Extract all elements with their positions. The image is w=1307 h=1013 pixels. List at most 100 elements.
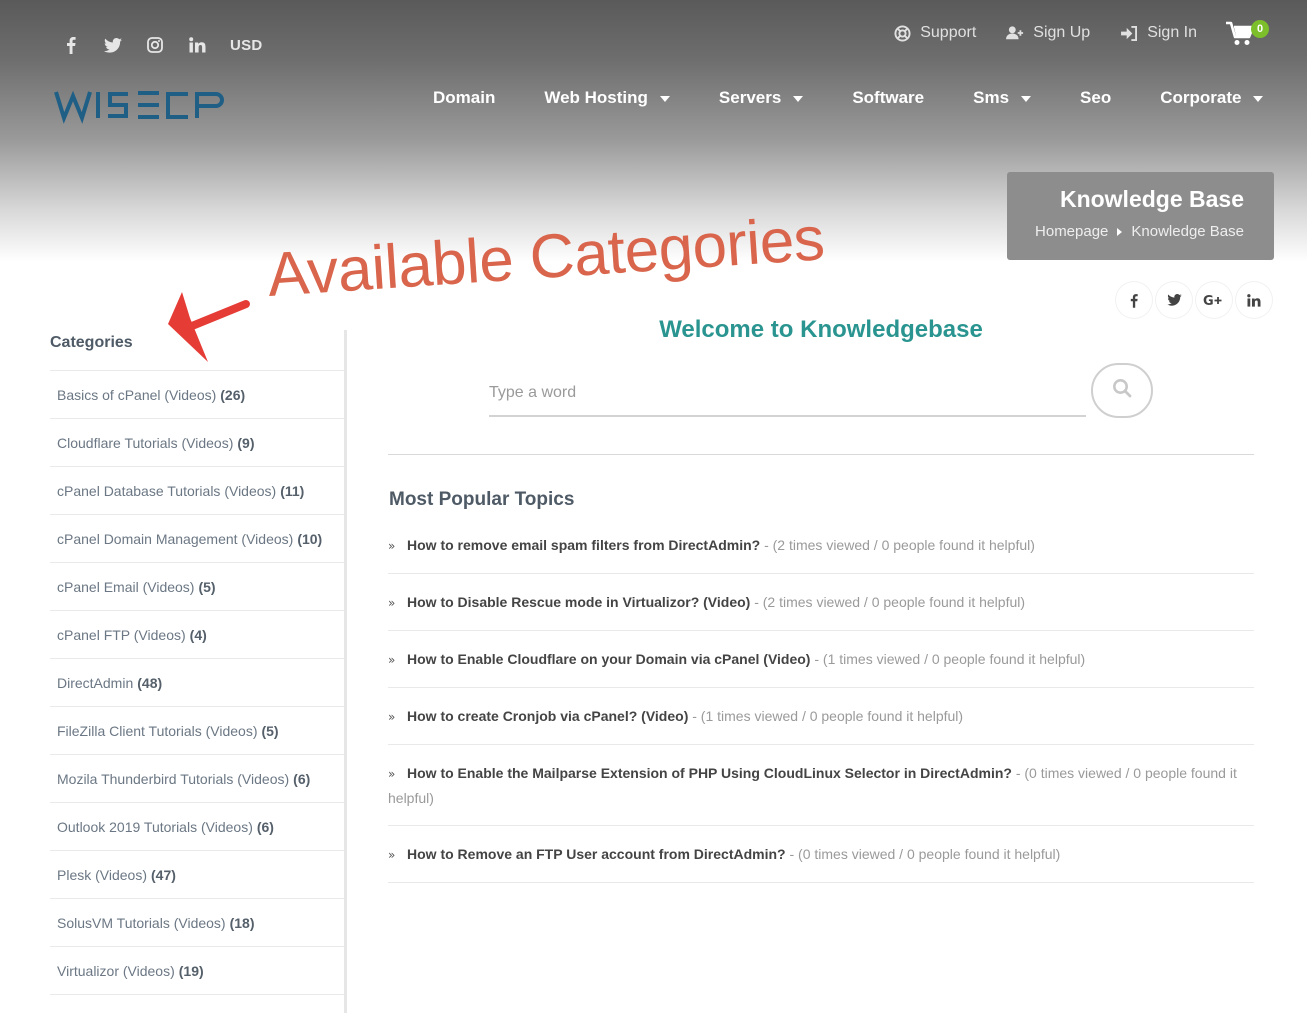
topic-item: » How to Remove an FTP User account from …: [388, 826, 1254, 883]
facebook-icon[interactable]: [62, 34, 80, 56]
instagram-icon[interactable]: [146, 34, 164, 56]
category-count: (5): [261, 722, 279, 739]
category-count: (11): [280, 482, 305, 499]
popular-topics-title: Most Popular Topics: [389, 489, 575, 510]
category-count: (6): [256, 818, 274, 835]
double-chevron-right-icon: »: [388, 848, 396, 862]
share-twitter-icon[interactable]: [1156, 282, 1192, 318]
sign-in-label: Sign In: [1147, 24, 1197, 41]
breadcrumb-current[interactable]: Knowledge Base: [1131, 223, 1244, 240]
topic-item: » How to Enable Cloudflare on your Domain…: [388, 631, 1254, 688]
topic-link[interactable]: How to Enable Cloudflare on your Domain …: [407, 651, 810, 667]
nav-sms-label: Sms: [973, 88, 1010, 107]
sign-in-link[interactable]: Sign In: [1120, 24, 1197, 42]
nav-domain[interactable]: Domain: [433, 88, 495, 108]
category-count: (5): [198, 578, 216, 595]
category-name: cPanel Email (Videos): [57, 578, 195, 595]
category-count: (18): [229, 914, 255, 931]
page-header-box: Knowledge Base Homepage Knowledge Base: [1007, 172, 1274, 260]
topic-link[interactable]: How to create Cronjob via cPanel? (Video…: [407, 708, 688, 724]
share-google-plus-icon[interactable]: G: [1196, 282, 1232, 318]
category-name: Plesk (Videos): [57, 866, 148, 883]
support-link[interactable]: Support: [893, 24, 976, 42]
caret-down-icon: [1021, 96, 1032, 102]
breadcrumb: Homepage Knowledge Base: [1027, 223, 1244, 240]
sign-in-icon: [1120, 24, 1138, 42]
nav-servers-label: Servers: [718, 88, 782, 107]
category-item[interactable]: cPanel FTP (Videos) (4): [50, 611, 344, 659]
double-chevron-right-icon: »: [388, 767, 396, 781]
cart-button[interactable]: 0: [1224, 18, 1269, 52]
category-count: (47): [151, 866, 176, 883]
category-name: Basics of cPanel (Videos): [57, 386, 217, 403]
nav-corporate-label: Corporate: [1160, 88, 1242, 107]
nav-servers[interactable]: Servers: [718, 88, 804, 108]
sign-up-link[interactable]: Sign Up: [1006, 24, 1090, 42]
category-item[interactable]: cPanel Email (Videos) (5): [50, 563, 344, 611]
nav-domain-label: Domain: [433, 88, 496, 107]
category-item[interactable]: Mozila Thunderbird Tutorials (Videos) (6): [50, 755, 344, 803]
lifebuoy-icon: [893, 24, 911, 42]
nav-seo[interactable]: Seo: [1080, 88, 1111, 108]
category-item[interactable]: SolusVM Tutorials (Videos) (18): [50, 899, 344, 947]
category-item[interactable]: Basics of cPanel (Videos) (26): [50, 371, 344, 419]
topic-link[interactable]: How to Enable the Mailparse Extension of…: [407, 765, 1012, 781]
topic-item: » How to Disable Rescue mode in Virtualiz…: [388, 574, 1254, 631]
category-name: FileZilla Client Tutorials (Videos): [57, 722, 258, 739]
share-buttons: G: [1116, 282, 1272, 318]
currency-selector[interactable]: USD: [230, 37, 263, 54]
search-input[interactable]: [489, 374, 1086, 412]
linkedin-icon[interactable]: [188, 34, 206, 56]
category-name: cPanel Database Tutorials (Videos): [57, 482, 277, 499]
support-label: Support: [920, 24, 977, 41]
nav-seo-label: Seo: [1080, 88, 1112, 107]
wisecp-logo[interactable]: [54, 86, 226, 129]
category-count: (48): [137, 674, 163, 691]
breadcrumb-home[interactable]: Homepage: [1035, 223, 1108, 240]
search-button[interactable]: [1091, 363, 1153, 418]
account-links: Support Sign Up Sign In: [893, 24, 1197, 42]
category-item[interactable]: Virtualizor (Videos) (19): [50, 947, 344, 995]
topic-meta: - (1 times viewed / 0 people found it he…: [810, 651, 1086, 667]
topic-link[interactable]: How to Remove an FTP User account from D…: [407, 846, 786, 862]
topic-link[interactable]: How to remove email spam filters from Di…: [407, 537, 760, 553]
nav-software-label: Software: [852, 88, 925, 107]
topic-link[interactable]: How to Disable Rescue mode in Virtualizo…: [407, 594, 750, 610]
nav-web-hosting[interactable]: Web Hosting: [544, 88, 670, 108]
category-name: Cloudflare Tutorials (Videos): [57, 434, 234, 451]
nav-corporate[interactable]: Corporate: [1160, 88, 1264, 108]
breadcrumb-separator-icon: [1117, 227, 1123, 236]
category-name: cPanel FTP (Videos): [57, 626, 186, 643]
caret-down-icon: [659, 96, 670, 102]
nav-sms[interactable]: Sms: [973, 88, 1032, 108]
search-icon: [1112, 378, 1132, 403]
topic-meta: - (2 times viewed / 0 people found it he…: [760, 537, 1035, 553]
nav-web-hosting-label: Web Hosting: [544, 88, 648, 107]
category-item[interactable]: Plesk (Videos) (47): [50, 851, 344, 899]
page-title: Knowledge Base: [1059, 186, 1244, 212]
category-item[interactable]: cPanel Database Tutorials (Videos) (11): [50, 467, 344, 515]
category-name: Outlook 2019 Tutorials (Videos): [57, 818, 253, 835]
nav-software[interactable]: Software: [852, 88, 924, 108]
divider: [388, 454, 1254, 455]
category-item[interactable]: cPanel Domain Management (Videos) (10): [50, 515, 344, 563]
category-count: (9): [237, 434, 255, 451]
category-name: Virtualizor (Videos): [57, 962, 175, 979]
category-item[interactable]: Outlook 2019 Tutorials (Videos) (6): [50, 803, 344, 851]
twitter-icon[interactable]: [104, 34, 122, 56]
category-name: SolusVM Tutorials (Videos): [57, 914, 226, 931]
share-facebook-icon[interactable]: [1116, 282, 1152, 318]
search-field: [489, 374, 1086, 417]
caret-down-icon: [1253, 96, 1264, 102]
share-linkedin-icon[interactable]: [1236, 282, 1272, 318]
cart-count-badge: 0: [1251, 20, 1269, 38]
category-item[interactable]: FileZilla Client Tutorials (Videos) (5): [50, 707, 344, 755]
category-item[interactable]: DirectAdmin (48): [50, 659, 344, 707]
svg-text:G: G: [1203, 294, 1214, 307]
category-name: cPanel Domain Management (Videos): [57, 530, 294, 547]
topic-item: » How to create Cronjob via cPanel? (Vide…: [388, 688, 1254, 745]
main-navigation: Domain Web Hosting Servers Software Sms …: [433, 88, 1264, 108]
double-chevron-right-icon: »: [388, 596, 396, 610]
category-count: (6): [293, 770, 311, 787]
category-item[interactable]: Cloudflare Tutorials (Videos) (9): [50, 419, 344, 467]
